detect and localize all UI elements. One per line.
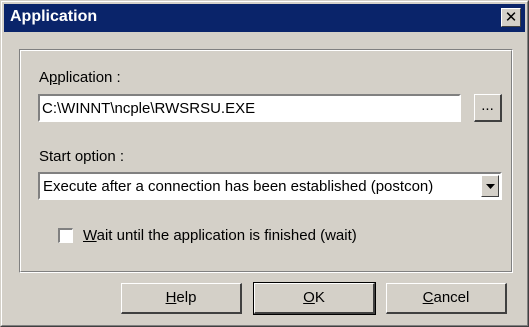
- close-button[interactable]: ✕: [501, 8, 521, 27]
- application-path-input[interactable]: [38, 94, 461, 122]
- start-option-select[interactable]: Execute after a connection has been esta…: [38, 172, 502, 200]
- dialog-title: Application: [10, 8, 98, 25]
- start-option-label: Start option :: [39, 148, 125, 165]
- chevron-down-icon: [486, 184, 495, 189]
- application-dialog: Application ✕ Application : ... Start op…: [0, 0, 529, 327]
- start-option-value: Execute after a connection has been esta…: [43, 178, 434, 195]
- dropdown-arrow-button[interactable]: [481, 175, 499, 197]
- ok-button[interactable]: OK: [253, 282, 376, 315]
- wait-checkbox-label[interactable]: Wait until the application is finished (…: [83, 227, 357, 244]
- cancel-button[interactable]: Cancel: [386, 283, 507, 314]
- close-icon: ✕: [504, 8, 518, 26]
- help-button[interactable]: Help: [121, 283, 242, 314]
- wait-checkbox[interactable]: [58, 228, 73, 243]
- browse-button[interactable]: ...: [474, 94, 502, 122]
- application-label: Application :: [39, 69, 121, 86]
- title-bar[interactable]: Application ✕: [4, 4, 525, 32]
